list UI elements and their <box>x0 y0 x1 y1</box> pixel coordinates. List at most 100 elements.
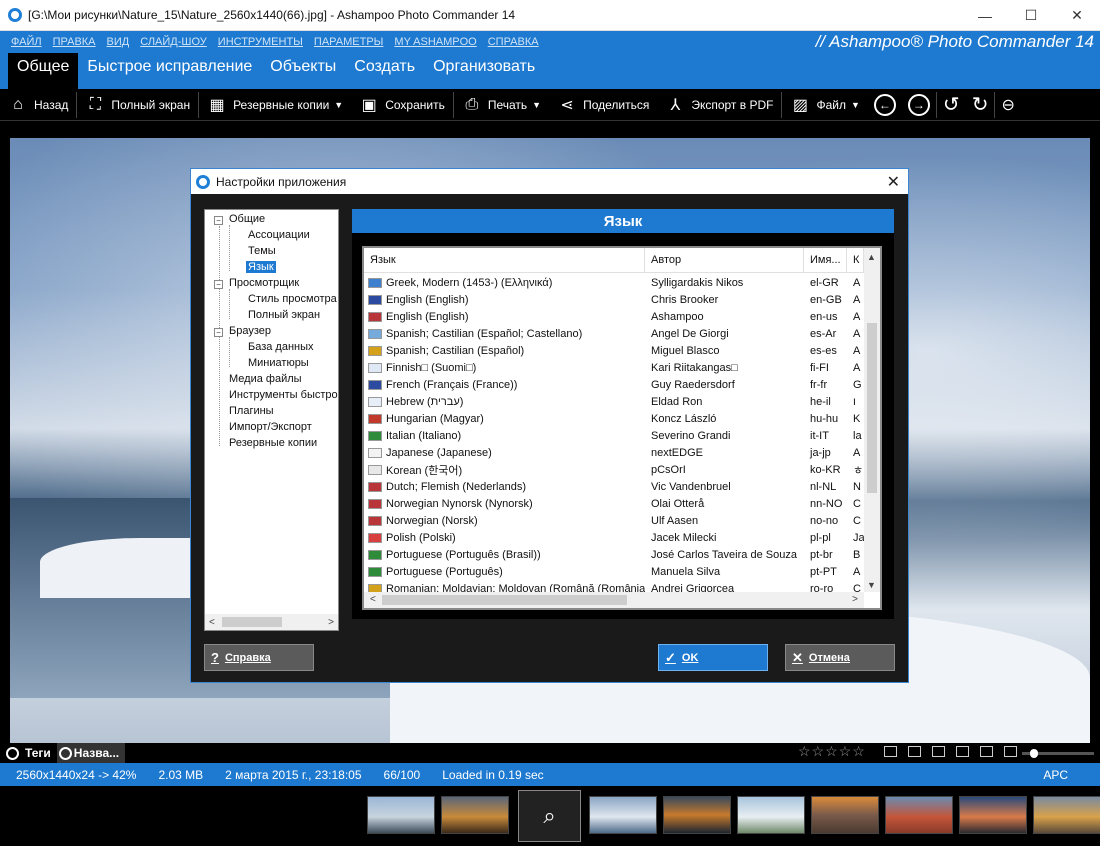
search-icon[interactable]: ⌕ <box>518 790 581 842</box>
tree-item-plugins[interactable]: Плагины <box>229 405 274 417</box>
thumbnail[interactable] <box>1033 796 1100 834</box>
collapse-icon[interactable]: − <box>214 216 223 225</box>
tree-item-browser[interactable]: Браузер <box>229 325 271 337</box>
column-header-k[interactable]: К <box>847 248 864 272</box>
table-row[interactable]: Polish (Polski) Jacek Milecki pl-pl Ja <box>364 529 864 546</box>
close-button[interactable]: ✕ <box>1054 0 1100 31</box>
image-icon[interactable] <box>884 746 897 757</box>
scroll-right-icon[interactable]: > <box>328 617 334 628</box>
tree-item-backups[interactable]: Резервные копии <box>229 437 317 449</box>
table-row[interactable]: Portuguese (Português) Manuela Silva pt-PT… <box>364 563 864 580</box>
dialog-close-button[interactable]: ✕ <box>887 172 900 192</box>
scroll-left-icon[interactable]: < <box>209 617 215 628</box>
tab-organize[interactable]: Организовать <box>424 53 544 89</box>
tab-create[interactable]: Создать <box>345 53 424 89</box>
zoom-slider[interactable] <box>1022 749 1094 758</box>
cancel-button[interactable]: ✕ Отмена <box>785 644 895 671</box>
table-row[interactable]: Norwegian (Norsk) Ulf Aasen no-no C <box>364 512 864 529</box>
thumbnail[interactable] <box>367 796 435 834</box>
fit-icon[interactable] <box>980 746 993 757</box>
column-header-code[interactable]: Имя... <box>804 248 847 272</box>
table-row[interactable]: Hebrew (עברית) Eldad Ron he-il ו <box>364 393 864 410</box>
table-row[interactable]: Japanese (Japanese) nextEDGE ja-jp A <box>364 444 864 461</box>
previous-arrow-icon[interactable]: ← <box>873 93 896 116</box>
language-list-vertical-scrollbar[interactable]: ▲ ▼ <box>864 248 880 592</box>
compare-icon[interactable] <box>956 746 969 757</box>
image-icon[interactable] <box>932 746 945 757</box>
thumbnail[interactable] <box>441 796 509 834</box>
tree-horizontal-scrollbar[interactable]: < > <box>205 614 338 630</box>
file-button[interactable]: ▨ Файл ▼ <box>782 89 867 121</box>
thumbnail[interactable] <box>959 796 1027 834</box>
image-icon[interactable] <box>908 746 921 757</box>
tab-name[interactable]: Назва... <box>56 743 126 763</box>
scrollbar-thumb[interactable] <box>382 595 627 605</box>
table-row[interactable]: Portuguese (Português (Brasil)) José Carl… <box>364 546 864 563</box>
table-row[interactable]: Norwegian Nynorsk (Nynorsk) Olai Otterå nn… <box>364 495 864 512</box>
menu-file[interactable]: ФАЙЛ <box>11 36 42 48</box>
monitor-icon[interactable] <box>1004 746 1017 757</box>
menu-slideshow[interactable]: СЛАЙД-ШОУ <box>140 36 207 48</box>
table-row[interactable]: French (Français (France)) Guy Raedersdor… <box>364 376 864 393</box>
thumbnail[interactable] <box>663 796 731 834</box>
menu-tools[interactable]: ИНСТРУМЕНТЫ <box>218 36 303 48</box>
table-row[interactable]: Greek, Modern (1453-) (Ελληνικά) Sylligar… <box>364 274 864 291</box>
maximize-button[interactable]: ☐ <box>1008 0 1054 31</box>
help-button[interactable]: ? Справка <box>204 644 314 671</box>
thumbnail[interactable] <box>811 796 879 834</box>
print-button[interactable]: ⎙ Печать ▼ <box>454 89 549 121</box>
menu-my-ashampoo[interactable]: MY ASHAMPOO <box>394 36 476 48</box>
tree-item-import-export[interactable]: Импорт/Экспорт <box>229 421 312 433</box>
thumbnail[interactable] <box>589 796 657 834</box>
table-row[interactable]: Dutch; Flemish (Nederlands) Vic Vandenbru… <box>364 478 864 495</box>
tab-tags[interactable]: Теги <box>0 743 57 763</box>
tree-item-viewer[interactable]: Просмотрщик <box>229 277 299 289</box>
table-row[interactable]: Finnish□ (Suomi□) Kari Riitakangas□ fi-FI A <box>364 359 864 376</box>
tab-objects[interactable]: Объекты <box>261 53 345 89</box>
tree-item-quick-tools[interactable]: Инструменты быстро <box>229 389 338 401</box>
menu-help[interactable]: СПРАВКА <box>488 36 539 48</box>
backups-button[interactable]: ▦ Резервные копии ▼ <box>199 89 351 121</box>
share-button[interactable]: ⋖ Поделиться <box>549 89 657 121</box>
menu-view[interactable]: ВИД <box>107 36 130 48</box>
tree-item-associations[interactable]: Ассоциации <box>248 229 310 241</box>
table-row[interactable]: Hungarian (Magyar) Koncz László hu-hu K <box>364 410 864 427</box>
collapse-icon[interactable]: − <box>214 280 223 289</box>
rotate-right-icon[interactable]: ↻ <box>966 89 995 121</box>
tree-item-database[interactable]: База данных <box>248 341 314 353</box>
thumbnail[interactable] <box>885 796 953 834</box>
table-row[interactable]: Italian (Italiano) Severino Grandi it-IT la <box>364 427 864 444</box>
fullscreen-button[interactable]: ⛶ Полный экран <box>77 89 198 121</box>
tree-item-language[interactable]: Язык <box>246 261 276 273</box>
column-header-language[interactable]: Язык <box>364 248 645 272</box>
next-arrow-icon[interactable]: → <box>907 93 930 116</box>
ok-button[interactable]: ✓ OK <box>658 644 768 671</box>
language-list[interactable]: Язык Автор Имя... К Greek, Modern (1453-… <box>362 246 882 610</box>
tab-quick-fix[interactable]: Быстрое исправление <box>78 53 261 89</box>
rating-stars[interactable]: ☆☆☆☆☆ <box>798 743 866 760</box>
save-button[interactable]: ▣ Сохранить <box>351 89 453 121</box>
scroll-left-icon[interactable]: < <box>370 594 376 605</box>
table-row[interactable]: Spanish; Castilian (Español; Castellano)… <box>364 325 864 342</box>
thumbnail[interactable] <box>737 796 805 834</box>
tree-item-general[interactable]: Общие <box>229 213 265 225</box>
scroll-right-icon[interactable]: > <box>852 594 858 605</box>
collapse-icon[interactable]: − <box>214 328 223 337</box>
tree-item-fullscreen[interactable]: Полный экран <box>248 309 320 321</box>
menu-edit[interactable]: ПРАВКА <box>53 36 96 48</box>
tree-item-view-style[interactable]: Стиль просмотра <box>248 293 337 305</box>
scrollbar-thumb[interactable] <box>867 323 877 493</box>
tree-item-themes[interactable]: Темы <box>248 245 276 257</box>
back-button[interactable]: ⌂ Назад <box>0 89 76 121</box>
scrollbar-thumb[interactable] <box>222 617 282 627</box>
tree-item-media-files[interactable]: Медиа файлы <box>229 373 302 385</box>
column-header-author[interactable]: Автор <box>645 248 804 272</box>
scroll-down-icon[interactable]: ▼ <box>867 580 876 590</box>
tab-general[interactable]: Общее <box>8 53 79 89</box>
rotate-left-icon[interactable]: ↺ <box>937 89 966 121</box>
minimize-button[interactable]: — <box>962 0 1008 31</box>
language-list-horizontal-scrollbar[interactable]: < > <box>364 592 864 608</box>
table-row[interactable]: Korean (한국어) pCsOrI ko-KR ㅎ <box>364 461 864 478</box>
scroll-up-icon[interactable]: ▲ <box>867 252 876 262</box>
slider-knob[interactable] <box>1030 749 1038 758</box>
